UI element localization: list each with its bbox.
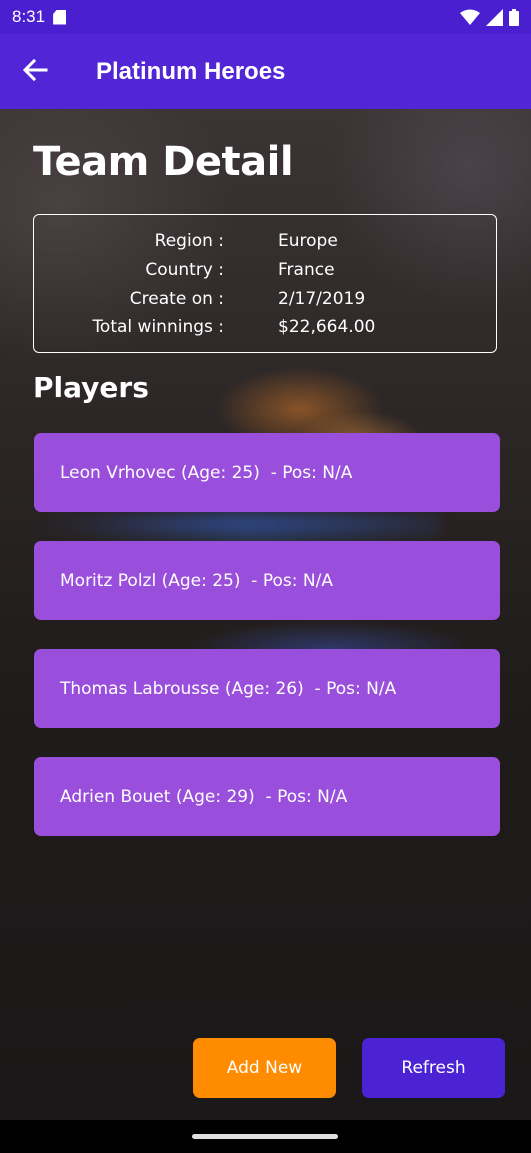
status-icons — [460, 8, 519, 26]
player-card[interactable]: Leon Vrhovec (Age: 25) - Pos: N/A — [34, 433, 500, 512]
sd-card-icon — [53, 9, 67, 25]
player-text: Leon Vrhovec (Age: 25) - Pos: N/A — [60, 462, 353, 483]
system-nav-bar — [0, 1120, 531, 1153]
player-card[interactable]: Adrien Bouet (Age: 29) - Pos: N/A — [34, 757, 500, 836]
player-card[interactable]: Moritz Polzl (Age: 25) - Pos: N/A — [34, 541, 500, 620]
info-label: Total winnings : — [92, 317, 224, 338]
info-value: France — [278, 260, 335, 281]
info-value: $22,664.00 — [278, 317, 376, 338]
info-label: Country : — [145, 260, 224, 281]
info-value: 2/17/2019 — [278, 288, 366, 309]
player-card[interactable]: Thomas Labrousse (Age: 26) - Pos: N/A — [34, 649, 500, 728]
info-row-country: Country : France — [34, 256, 496, 285]
players-list: Leon Vrhovec (Age: 25) - Pos: N/A Moritz… — [34, 433, 500, 865]
info-label: Create on : — [129, 288, 224, 309]
team-detail-content[interactable]: Team Detail Region : Europe Country : Fr… — [0, 109, 531, 1120]
status-time: 8:31 — [12, 7, 46, 26]
players-section-title: Players — [33, 371, 149, 404]
signal-icon — [486, 8, 503, 26]
back-button[interactable] — [0, 34, 70, 109]
add-new-button[interactable]: Add New — [193, 1038, 336, 1098]
page-title: Team Detail — [33, 139, 294, 185]
info-value: Europe — [278, 231, 338, 252]
refresh-button[interactable]: Refresh — [362, 1038, 505, 1098]
battery-icon — [509, 8, 519, 26]
info-row-region: Region : Europe — [34, 227, 496, 256]
home-indicator[interactable] — [192, 1134, 338, 1139]
status-bar: 8:31 — [0, 0, 531, 34]
player-text: Adrien Bouet (Age: 29) - Pos: N/A — [60, 786, 348, 807]
player-text: Thomas Labrousse (Age: 26) - Pos: N/A — [60, 678, 397, 699]
info-label: Region : — [154, 231, 224, 252]
app-bar: Platinum Heroes — [0, 34, 531, 109]
player-text: Moritz Polzl (Age: 25) - Pos: N/A — [60, 570, 333, 591]
app-title: Platinum Heroes — [96, 57, 286, 85]
info-row-created: Create on : 2/17/2019 — [34, 284, 496, 313]
wifi-icon — [460, 9, 480, 25]
team-info-box: Region : Europe Country : France Create … — [33, 214, 497, 353]
info-row-winnings: Total winnings : $22,664.00 — [34, 313, 496, 342]
arrow-left-icon — [22, 58, 48, 86]
